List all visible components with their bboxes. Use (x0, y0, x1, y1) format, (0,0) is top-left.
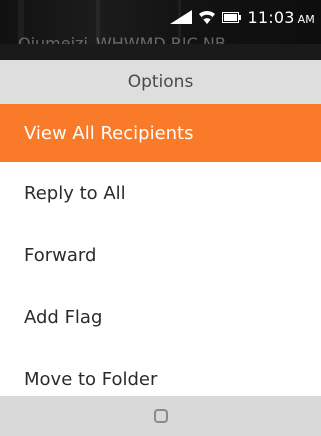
options-sheet: Options View All Recipients Reply to All… (0, 60, 321, 436)
background-subject-text: Qiumeizi_WHWMD RIC NB (18, 34, 226, 45)
select-key-icon[interactable] (153, 409, 168, 423)
wifi-icon (198, 10, 216, 25)
menu-item-move-to-folder[interactable]: Move to Folder (0, 348, 321, 387)
menu-item-add-flag[interactable]: Add Flag (0, 286, 321, 348)
signal-icon (170, 10, 193, 24)
clock-ampm: AM (297, 12, 315, 26)
menu-item-view-all-recipients[interactable]: View All Recipients (0, 104, 321, 162)
options-header: Options (0, 60, 321, 104)
clock: 11:03 AM (247, 8, 315, 27)
status-bar: Qiumeizi_WHWMD RIC NB 11:03 AM (0, 0, 321, 44)
status-icons: 11:03 AM (170, 6, 315, 28)
menu-item-reply-to-all[interactable]: Reply to All (0, 162, 321, 224)
options-title: Options (127, 72, 194, 92)
clock-time: 11:03 (247, 7, 295, 27)
menu-item-forward[interactable]: Forward (0, 224, 321, 286)
options-menu: View All Recipients Reply to All Forward… (0, 104, 321, 386)
softkey-bar (0, 396, 321, 436)
battery-icon (222, 11, 242, 23)
